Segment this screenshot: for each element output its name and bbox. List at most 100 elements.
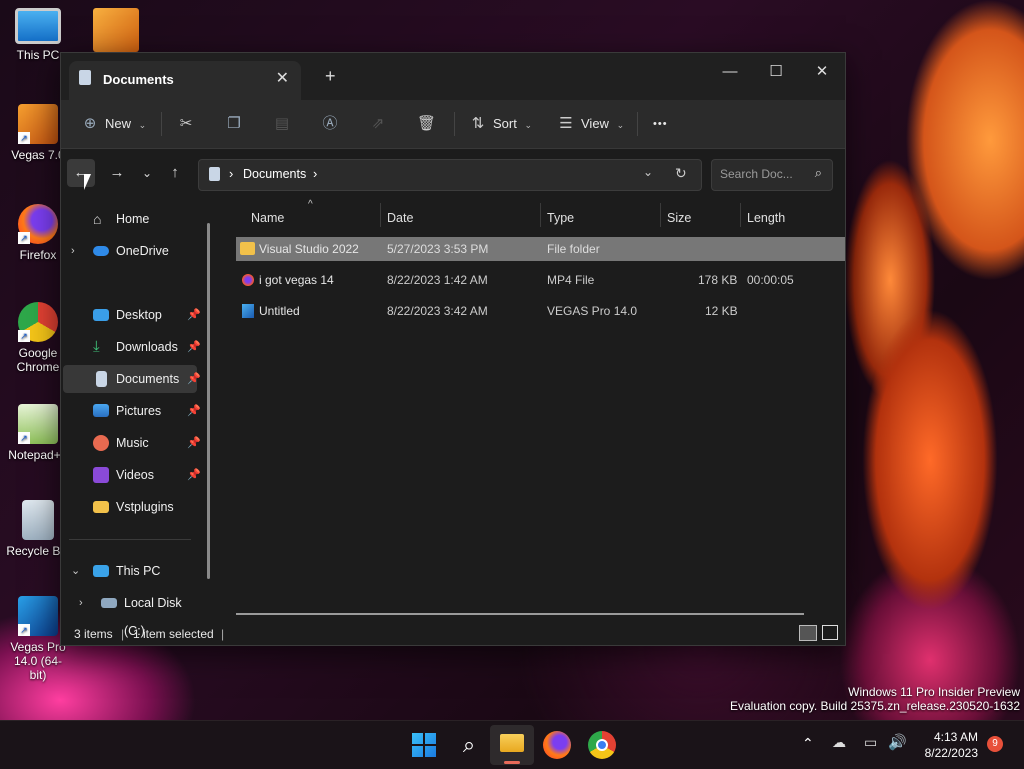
rename-icon: Ⓐ	[322, 115, 338, 132]
file-date: 8/22/2023 1:42 AM	[387, 273, 488, 287]
column-divider[interactable]	[740, 203, 741, 227]
videos-icon	[93, 467, 109, 483]
column-header-date[interactable]: Date	[387, 211, 413, 225]
maximize-button[interactable]: ☐	[753, 57, 799, 87]
show-hidden-icons-button[interactable]: ⌃	[802, 735, 814, 752]
documents-icon	[96, 371, 107, 387]
forward-button[interactable]: →	[103, 159, 131, 187]
download-icon: ⤓	[93, 338, 100, 355]
chevron-right-icon[interactable]: ›	[79, 589, 83, 617]
pin-icon: 📌	[187, 437, 201, 449]
sidebar-scrollbar[interactable]	[207, 223, 210, 579]
pin-icon: 📌	[187, 469, 201, 481]
rename-button[interactable]: Ⓐ	[321, 112, 345, 136]
taskbar-chrome[interactable]	[588, 731, 616, 759]
taskbar-firefox[interactable]	[543, 731, 571, 759]
table-row[interactable]: i got vegas 14 8/22/2023 1:42 AM MP4 Fil…	[236, 268, 845, 292]
sidebar-item-pictures[interactable]: Pictures 📌	[63, 397, 201, 425]
monitor-icon	[93, 565, 109, 577]
plus-circle-icon: ⊕	[83, 115, 97, 132]
sidebar-item-onedrive[interactable]: › OneDrive	[63, 237, 197, 265]
folder-icon	[93, 501, 109, 513]
sidebar-item-downloads[interactable]: ⤓ Downloads 📌	[63, 333, 201, 361]
view-button[interactable]: ☰ View ⌄	[557, 112, 624, 136]
tiles-view-icon[interactable]	[822, 625, 838, 640]
delete-button[interactable]: 🗑	[417, 112, 441, 136]
clock-date: 8/22/2023	[924, 746, 978, 760]
column-divider[interactable]	[540, 203, 541, 227]
sidebar-item-home[interactable]: ⌂ Home	[63, 205, 197, 233]
new-tab-button[interactable]: +	[325, 66, 336, 87]
column-divider[interactable]	[380, 203, 381, 227]
file-size: 178 KB	[698, 273, 738, 287]
pin-icon: 📌	[187, 373, 201, 385]
sidebar-item-videos[interactable]: Videos 📌	[63, 461, 201, 489]
column-divider[interactable]	[660, 203, 661, 227]
column-header-name[interactable]: Name	[251, 211, 284, 225]
sidebar-item-this-pc[interactable]: ⌄ This PC	[63, 557, 197, 585]
horizontal-scrollbar[interactable]	[236, 613, 804, 615]
close-button[interactable]: ✕	[799, 57, 845, 87]
sidebar-item-local-disk[interactable]: › Local Disk (C:)	[71, 589, 205, 638]
vegas-icon: ↗	[18, 104, 58, 144]
os-watermark: Windows 11 Pro Insider Preview Evaluatio…	[730, 685, 1020, 713]
sidebar-item-vstplugins[interactable]: Vstplugins	[63, 493, 197, 521]
address-bar[interactable]: › Documents › ⌄ ↻	[198, 159, 702, 191]
more-options-button[interactable]: •••	[653, 112, 668, 136]
start-button[interactable]	[410, 731, 438, 759]
network-icon[interactable]: ▭	[864, 734, 877, 751]
notification-badge[interactable]: 9	[987, 736, 1003, 752]
file-size: 12 KB	[705, 304, 738, 318]
table-row[interactable]: Visual Studio 2022 5/27/2023 3:53 PM Fil…	[236, 237, 845, 261]
chevron-down-icon[interactable]: ⌄	[71, 557, 80, 585]
new-button[interactable]: ⊕ New ⌄	[81, 112, 146, 136]
drive-icon	[101, 598, 117, 608]
search-icon: ⌕	[462, 732, 476, 757]
address-dropdown-icon[interactable]: ⌄	[643, 165, 653, 179]
system-clock[interactable]: 4:13 AM 8/22/2023	[925, 729, 978, 761]
close-tab-icon[interactable]: ✕	[276, 68, 289, 88]
tab-title: Documents	[103, 72, 174, 87]
sidebar-item-documents[interactable]: Documents 📌	[63, 365, 201, 393]
volume-icon[interactable]: 🔊	[888, 733, 907, 751]
chevron-right-icon: ›	[229, 166, 234, 181]
sort-button[interactable]: ⇅ Sort ⌄	[469, 112, 532, 136]
search-button[interactable]: ⌕	[455, 731, 483, 759]
file-name: Untitled	[259, 304, 300, 318]
sidebar-item-label: OneDrive	[116, 244, 169, 258]
column-header-size[interactable]: Size	[667, 211, 691, 225]
search-input[interactable]: Search Doc...	[720, 167, 793, 181]
recent-locations-button[interactable]: ⌄	[133, 159, 161, 187]
folder-icon	[240, 242, 255, 255]
cut-button[interactable]: ✂	[177, 112, 201, 136]
table-row[interactable]: Untitled 8/22/2023 3:42 AM VEGAS Pro 14.…	[236, 299, 845, 323]
file-type: File folder	[547, 242, 600, 256]
minimize-button[interactable]: —	[707, 57, 753, 87]
search-box[interactable]: Search Doc... ⌕	[711, 159, 833, 191]
folder-icon	[500, 734, 524, 752]
copy-button[interactable]: ❐	[225, 112, 249, 136]
sidebar-item-desktop[interactable]: Desktop 📌	[63, 301, 201, 329]
desktop-icon-label: Vegas Pro 14.0 (64-bit)	[10, 640, 66, 682]
column-header-length[interactable]: Length	[747, 211, 785, 225]
sidebar-divider	[69, 539, 191, 540]
search-icon: ⌕	[814, 165, 822, 180]
taskbar: ⌕ ⌃ ☁ ▭ 🔊 4:13 AM 8/22/2023 9	[0, 720, 1024, 769]
windows-logo-icon	[412, 733, 436, 757]
up-button[interactable]: ↑	[161, 159, 189, 187]
cloud-offline-icon[interactable]: ☁	[832, 734, 846, 751]
breadcrumb-documents[interactable]: Documents	[243, 167, 306, 181]
sidebar-item-music[interactable]: Music 📌	[63, 429, 201, 457]
file-date: 5/27/2023 3:53 PM	[387, 242, 489, 256]
column-header-type[interactable]: Type	[547, 211, 574, 225]
taskbar-file-explorer[interactable]	[490, 725, 534, 765]
chevron-right-icon[interactable]: ›	[71, 237, 75, 265]
refresh-icon[interactable]: ↻	[675, 165, 687, 182]
paste-button[interactable]: ▤	[273, 112, 297, 136]
sidebar-item-label: Downloads	[116, 340, 178, 354]
desktop-icon-partial[interactable]	[93, 8, 139, 52]
details-view-icon[interactable]	[799, 625, 817, 641]
title-bar[interactable]: Documents ✕ + — ☐ ✕	[61, 53, 845, 100]
tab-documents[interactable]: Documents ✕	[69, 61, 301, 100]
share-button[interactable]: ⇗	[369, 112, 393, 136]
